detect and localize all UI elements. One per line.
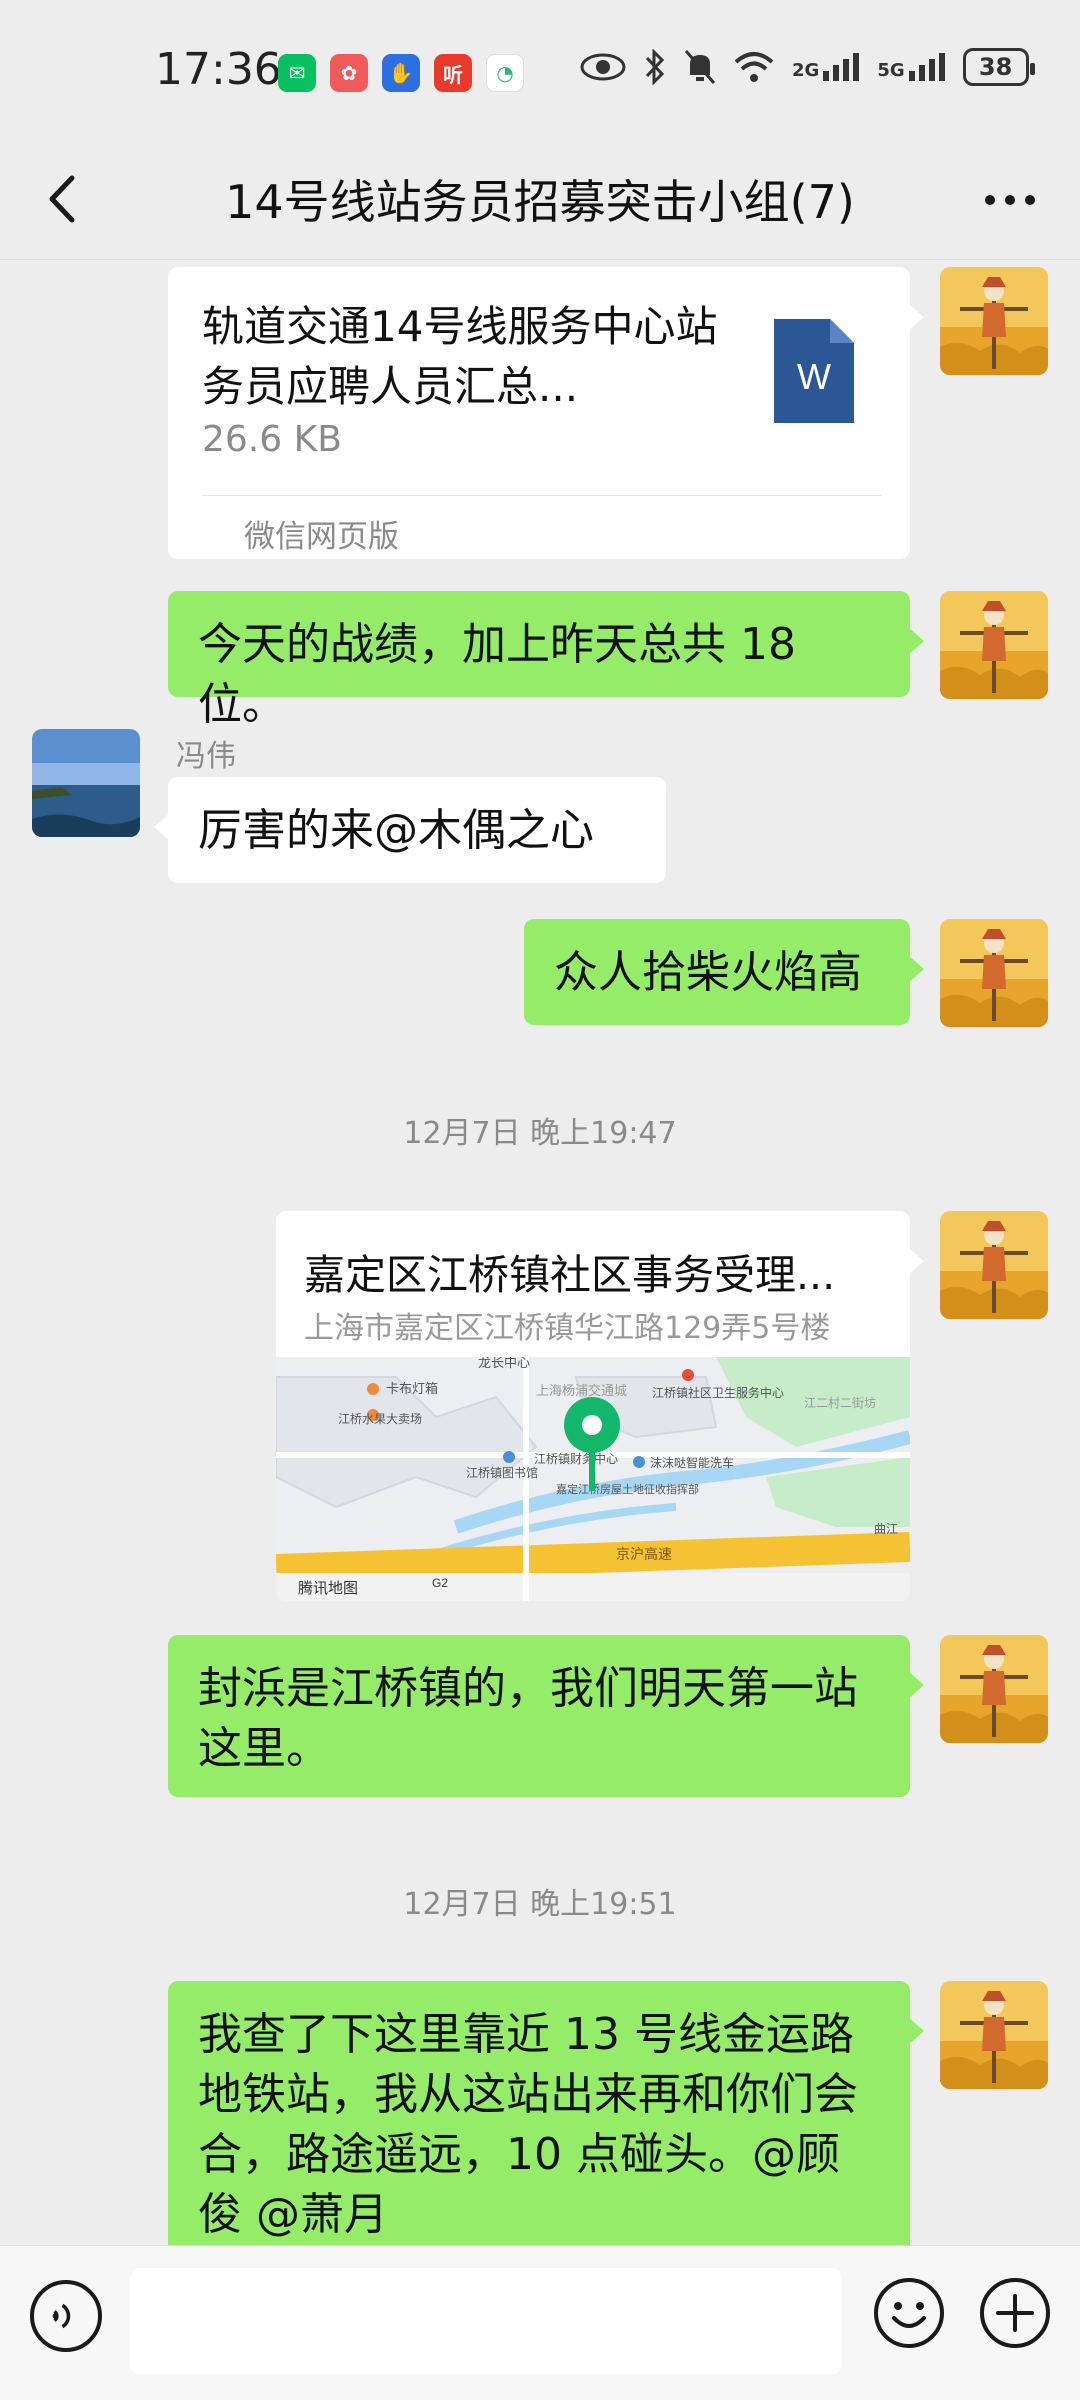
file-size: 26.6 KB	[202, 419, 342, 460]
message-bubble[interactable]: 封浜是江桥镇的，我们明天第一站这里。	[168, 1635, 924, 1797]
battery-indicator: 38	[962, 48, 1035, 86]
plus-icon[interactable]	[978, 2276, 1052, 2350]
bluetooth-icon	[645, 49, 665, 85]
location-message[interactable]: 嘉定区江桥镇社区事务受理... 上海市嘉定区江桥镇华江路129弄5号楼 龙长中心…	[276, 1211, 924, 1601]
file-source: 微信网页版	[244, 519, 399, 555]
svg-text:江桥镇图书馆: 江桥镇图书馆	[466, 1465, 538, 1480]
svg-text:龙长中心: 龙长中心	[478, 1357, 530, 1370]
location-map[interactable]: 龙长中心 卡布灯箱 江桥水果大卖场 上海杨浦交通城 江桥镇社区卫生服务中心 江二…	[276, 1357, 910, 1601]
file-message[interactable]: 轨道交通14号线服务中心站务员应聘人员汇总... 26.6 KB W 微信网页版	[168, 267, 924, 559]
message-bubble[interactable]: 厉害的来@木偶之心	[154, 777, 666, 883]
status-time: 17:36	[155, 44, 282, 95]
mute-bell-icon	[684, 50, 716, 84]
svg-text:京沪高速: 京沪高速	[616, 1546, 672, 1562]
svg-text:江二村二街坊: 江二村二街坊	[804, 1395, 876, 1410]
location-title: 嘉定区江桥镇社区事务受理...	[304, 1251, 836, 1299]
sender-avatar[interactable]	[32, 729, 140, 837]
file-divider	[202, 495, 882, 496]
ting-notif-icon: 听	[434, 54, 472, 92]
message-timestamp: 12月7日 晚上19:47	[403, 1116, 677, 1151]
svg-text:江桥镇社区卫生服务中心: 江桥镇社区卫生服务中心	[652, 1385, 784, 1400]
self-avatar[interactable]	[940, 1981, 1048, 2089]
svg-text:G2: G2	[432, 1576, 448, 1590]
input-bar	[0, 2245, 1080, 2400]
self-avatar[interactable]	[940, 1635, 1048, 1743]
app-notif-icon: ✿	[330, 54, 368, 92]
self-avatar[interactable]	[940, 267, 1048, 375]
self-avatar[interactable]	[940, 591, 1048, 699]
network-2g-label: 2G	[792, 60, 820, 81]
message-bubble[interactable]: 众人拾柴火焰高	[524, 919, 924, 1025]
signal-5g: 5G	[877, 53, 945, 81]
notification-icons: ✉ ✿ ✋ 听 ◔	[278, 54, 524, 92]
location-address: 上海市嘉定区江桥镇华江路129弄5号楼	[304, 1311, 831, 1346]
svg-text:腾讯地图: 腾讯地图	[298, 1580, 358, 1597]
message-input[interactable]	[130, 2268, 842, 2374]
eye-icon	[580, 53, 626, 81]
voice-input-icon[interactable]	[30, 2280, 102, 2352]
svg-text:江桥镇财务中心: 江桥镇财务中心	[534, 1451, 618, 1466]
svg-text:江桥水果大卖场: 江桥水果大卖场	[338, 1412, 422, 1426]
emoji-icon[interactable]	[872, 2276, 946, 2350]
word-document-icon: W	[774, 319, 854, 423]
signal-2g: 2G	[792, 53, 860, 81]
chat-title: 14号线站务员招募突击小组(7)	[225, 175, 855, 229]
message-bubble[interactable]: 我查了下这里靠近 13 号线金运路地铁站，我从这站出来再和你们会合，路途遥远，1…	[168, 1981, 924, 2245]
svg-text:卡布灯箱: 卡布灯箱	[386, 1381, 438, 1396]
chat-notif-icon: ◔	[486, 54, 524, 92]
svg-text:W: W	[797, 356, 831, 397]
message-bubble[interactable]: 今天的战绩，加上昨天总共 18 位。	[168, 591, 924, 730]
self-avatar[interactable]	[940, 1211, 1048, 1319]
svg-text:上海杨浦交通城: 上海杨浦交通城	[536, 1383, 627, 1398]
message-timestamp: 12月7日 晚上19:51	[403, 1887, 677, 1922]
status-bar: 17:36 ✉ ✿ ✋ 听 ◔ 2G 5G 38	[0, 0, 1080, 140]
more-options-icon[interactable]	[980, 170, 1040, 230]
wifi-icon	[734, 52, 774, 82]
chat-header: 14号线站务员招募突击小组(7)	[0, 140, 1080, 260]
svg-text:沫沫哒智能洗车: 沫沫哒智能洗车	[650, 1455, 734, 1470]
hand-notif-icon: ✋	[382, 54, 420, 92]
status-indicators: 2G 5G 38	[580, 48, 1035, 86]
file-name: 轨道交通14号线服务中心站务员应聘人员汇总...	[202, 302, 718, 411]
svg-text:曲江: 曲江	[874, 1522, 898, 1536]
message-list[interactable]: 轨道交通14号线服务中心站务员应聘人员汇总... 26.6 KB W 微信网页版…	[0, 261, 1080, 2245]
network-5g-label: 5G	[877, 60, 905, 81]
svg-text:嘉定江桥房屋土地征收指挥部: 嘉定江桥房屋土地征收指挥部	[556, 1482, 699, 1496]
self-avatar[interactable]	[940, 919, 1048, 1027]
sender-name: 冯伟	[176, 739, 236, 774]
wechat-notif-icon: ✉	[278, 54, 316, 92]
